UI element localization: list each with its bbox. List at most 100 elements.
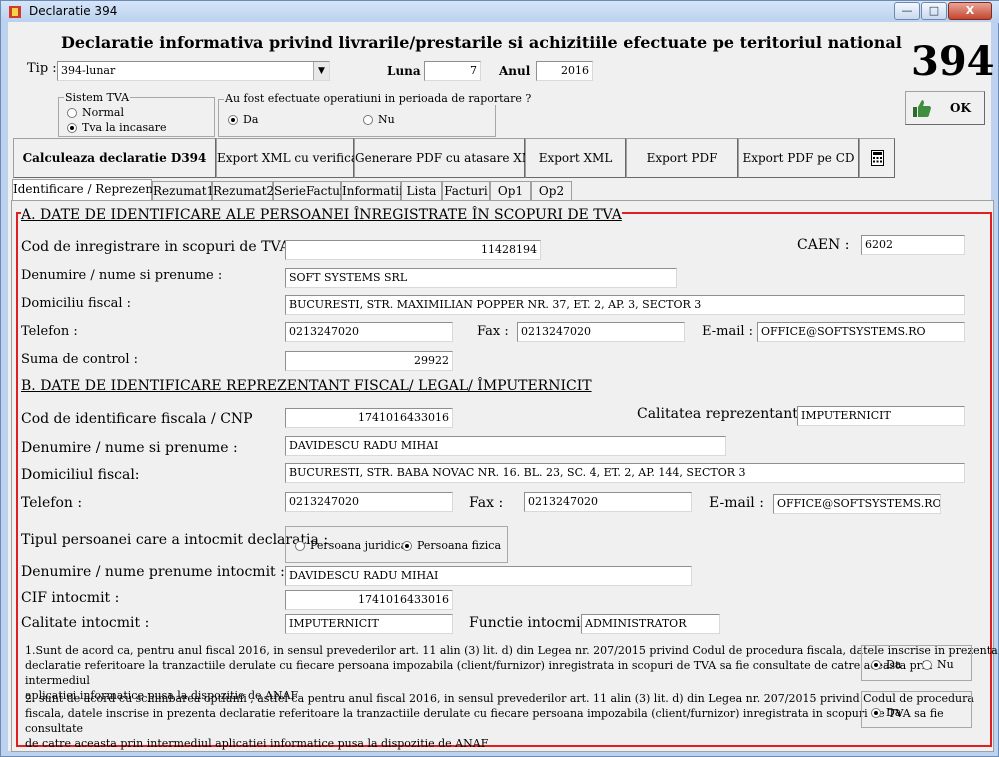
cif-input[interactable]: 1741016433016: [285, 408, 453, 428]
tab-lista[interactable]: Lista: [401, 181, 442, 200]
consent-2-da-label: Da: [886, 706, 902, 719]
intocmit-denumire-label: Denumire / nume prenume intocmit :: [21, 564, 285, 580]
caen-input[interactable]: 6202: [861, 235, 965, 255]
rep-domiciliu-label: Domiciliul fiscal:: [21, 467, 140, 483]
caen-label: CAEN :: [797, 237, 850, 253]
tip-select[interactable]: 394-lunar ▼: [57, 61, 330, 81]
tva-incasare-radio[interactable]: [67, 123, 77, 133]
anul-input[interactable]: 2016: [536, 61, 593, 81]
suma-control-label: Suma de control :: [21, 352, 139, 367]
consent-1-da-label: Da: [886, 658, 902, 671]
fax-label: Fax :: [477, 324, 509, 339]
calculator-icon: [871, 150, 884, 166]
section-b-title: B. DATE DE IDENTIFICARE REPREZENTANT FIS…: [21, 378, 592, 394]
tab-rezumat2[interactable]: Rezumat2: [212, 181, 274, 200]
sistem-tva-title: Sistem TVA: [64, 91, 131, 104]
calculator-button[interactable]: [859, 138, 895, 178]
tab-op2[interactable]: Op2: [531, 181, 572, 200]
tip-persoana-label: Tipul persoanei care a intocmit declarat…: [21, 532, 329, 548]
intocmit-calitate-label: Calitate intocmit :: [21, 615, 150, 631]
rep-denumire-label: Denumire / nume si prenume :: [21, 440, 238, 456]
close-button[interactable]: X: [948, 2, 992, 20]
app-icon: [9, 6, 21, 18]
section-a-title: A. DATE DE IDENTIFICARE ALE PERSOANEI ÎN…: [21, 207, 622, 223]
tab-identificare[interactable]: Identificare / Reprezentant: [12, 179, 178, 201]
operatiuni-nu-label: Nu: [378, 113, 395, 126]
minimize-button[interactable]: —: [894, 2, 920, 20]
tab-informatii[interactable]: Informatii: [341, 181, 403, 200]
telefon-label: Telefon :: [21, 324, 78, 339]
persoana-juridica-radio[interactable]: [295, 541, 305, 551]
cod-inregistrare-label: Cod de inregistrare in scopuri de TVA: [21, 239, 290, 255]
consent-note-1-line: declaratie referitoare la tranzactiile d…: [25, 659, 933, 687]
consent-2-da-radio[interactable]: [871, 708, 881, 718]
intocmit-cif-label: CIF intocmit :: [21, 590, 120, 606]
tva-normal-label: Normal: [82, 106, 125, 119]
maximize-button[interactable]: □: [921, 2, 947, 20]
export-pdf-button[interactable]: Export PDF: [626, 138, 738, 178]
intocmit-calitate-input[interactable]: IMPUTERNICIT: [285, 614, 453, 634]
suma-control-input[interactable]: 29922: [285, 351, 453, 371]
cod-inregistrare-input[interactable]: 11428194: [285, 240, 541, 260]
tab-facturi[interactable]: Facturi: [442, 181, 490, 200]
export-pdf-cd-button[interactable]: Export PDF pe CD: [738, 138, 859, 178]
export-xml-verificare-button[interactable]: Export XML cu verificare: [216, 138, 371, 178]
operatiuni-da-radio[interactable]: [228, 115, 238, 125]
window-title: Declaratie 394: [29, 4, 118, 18]
rep-telefon-label: Telefon :: [21, 495, 83, 511]
rep-email-label: E-mail :: [709, 495, 764, 511]
thumbs-up-icon: [913, 100, 931, 117]
rep-email-input[interactable]: OFFICE@SOFTSYSTEMS.RO: [773, 494, 941, 514]
generare-pdf-xml-button[interactable]: Generare PDF cu atasare XML: [354, 138, 542, 178]
operatiuni-da-label: Da: [243, 113, 259, 126]
consent-note-1-line: 1.Sunt de acord ca, pentru anul fiscal 2…: [25, 644, 998, 657]
consent-note-2: 2. sunt de acord cu schimbarea optiunii …: [25, 691, 999, 751]
consent-1-nu-label: Nu: [937, 658, 954, 671]
persoana-fizica-label: Persoana fizica: [417, 539, 502, 552]
denumire-label: Denumire / nume si prenume :: [21, 268, 223, 283]
intocmit-functie-input[interactable]: ADMINISTRATOR: [581, 614, 720, 634]
consent-note-2-line: fiscala, datele inscrise in prezenta dec…: [25, 707, 944, 735]
consent-note-2-line: 2. sunt de acord cu schimbarea optiunii …: [25, 692, 974, 705]
anul-label: Anul: [499, 64, 531, 78]
email-input[interactable]: OFFICE@SOFTSYSTEMS.RO: [757, 322, 965, 342]
persoana-juridica-label: Persoana juridica: [310, 539, 408, 552]
tva-normal-radio[interactable]: [67, 108, 77, 118]
title-bar[interactable]: Declaratie 394 — □ X: [1, 1, 999, 23]
tab-rezumat1[interactable]: Rezumat1: [152, 181, 214, 200]
fax-input[interactable]: 0213247020: [517, 322, 685, 342]
page-title: Declaratie informativa privind livrarile…: [61, 33, 902, 52]
ok-label: OK: [950, 101, 971, 115]
luna-label: Luna: [387, 64, 421, 78]
denumire-input[interactable]: SOFT SYSTEMS SRL: [285, 268, 677, 288]
calitate-input[interactable]: IMPUTERNICIT: [797, 406, 965, 426]
intocmit-denumire-input[interactable]: DAVIDESCU RADU MIHAI: [285, 566, 692, 586]
operatiuni-title: Au fost efectuate operatiuni in perioada…: [224, 92, 533, 105]
ok-button[interactable]: OK: [905, 91, 985, 125]
calculeaza-button[interactable]: Calculeaza declaratie D394: [13, 138, 216, 178]
rep-telefon-input[interactable]: 0213247020: [285, 492, 453, 512]
rep-fax-input[interactable]: 0213247020: [524, 492, 692, 512]
consent-1-nu-radio[interactable]: [922, 660, 932, 670]
chevron-down-icon[interactable]: ▼: [313, 62, 329, 80]
cif-label: Cod de identificare fiscala / CNP: [21, 411, 253, 427]
declaration-number: 394: [911, 38, 995, 85]
domiciliu-input[interactable]: BUCURESTI, STR. MAXIMILIAN POPPER NR. 37…: [285, 295, 965, 315]
tva-incasare-label: Tva la incasare: [82, 121, 167, 134]
tab-seriefacturi[interactable]: SerieFacturi: [273, 181, 350, 200]
export-xml-button[interactable]: Export XML: [525, 138, 626, 178]
rep-fax-label: Fax :: [469, 495, 504, 511]
tab-op1[interactable]: Op1: [490, 181, 531, 200]
email-label: E-mail :: [702, 324, 754, 339]
telefon-input[interactable]: 0213247020: [285, 322, 453, 342]
intocmit-cif-input[interactable]: 1741016433016: [285, 590, 453, 610]
tip-label: Tip :: [27, 61, 57, 76]
operatiuni-nu-radio[interactable]: [363, 115, 373, 125]
rep-domiciliu-input[interactable]: BUCURESTI, STR. BABA NOVAC NR. 16. BL. 2…: [285, 463, 965, 483]
consent-1-da-radio[interactable]: [871, 660, 881, 670]
rep-denumire-input[interactable]: DAVIDESCU RADU MIHAI: [285, 436, 726, 456]
domiciliu-label: Domiciliu fiscal :: [21, 296, 132, 311]
tip-select-value: 394-lunar: [61, 64, 116, 77]
luna-input[interactable]: 7: [424, 61, 481, 81]
persoana-fizica-radio[interactable]: [402, 541, 412, 551]
